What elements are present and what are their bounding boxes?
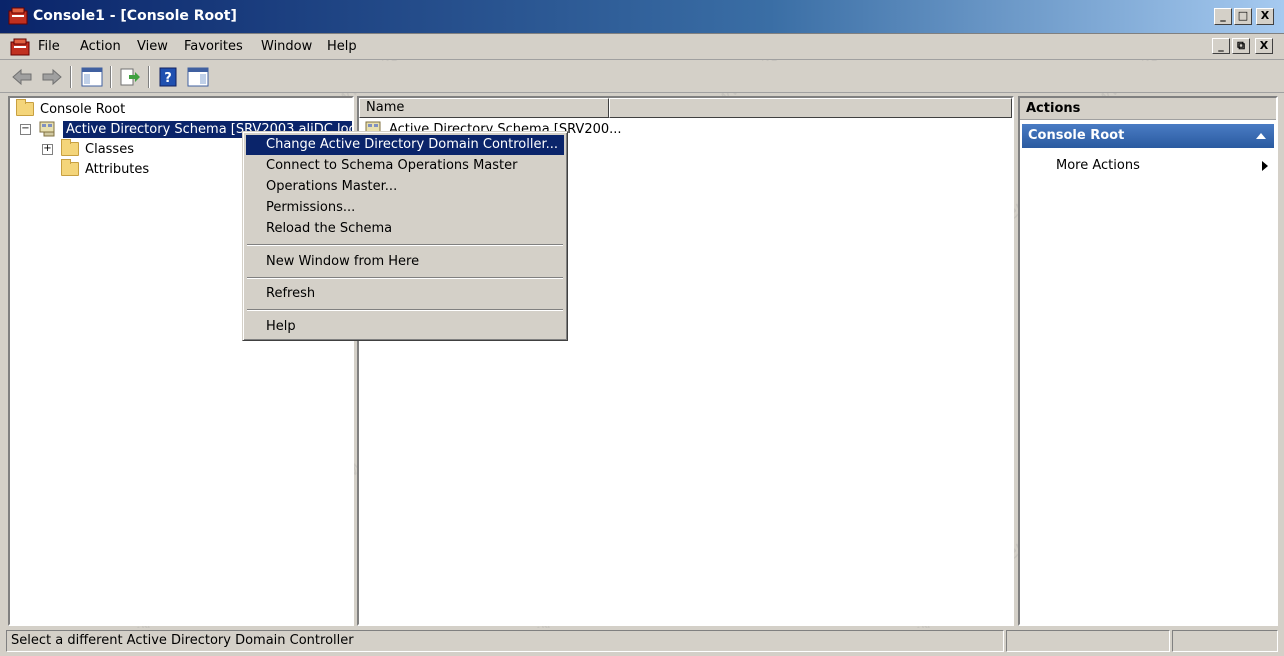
back-button[interactable] [10,65,34,89]
window-title: Console1 - [Console Root] [33,8,237,24]
folder-icon [16,99,34,116]
collapse-up-icon[interactable] [1256,133,1266,139]
help-icon: ? [159,67,177,87]
folder-icon [61,139,79,156]
menu-item-permissions[interactable]: Permissions... [246,198,564,218]
show-hide-action-pane-icon [187,67,209,87]
actions-pane-title: Actions [1020,98,1276,120]
tree-item-attributes[interactable]: Attributes [61,159,149,179]
tree-item-label: Classes [85,141,134,157]
context-menu: Change Active Directory Domain Controlle… [242,131,568,341]
export-list-button[interactable] [118,65,142,89]
column-header-name[interactable]: Name [359,98,609,118]
collapse-toggle[interactable]: − [20,123,31,135]
menu-item-change-domain-controller[interactable]: Change Active Directory Domain Controlle… [246,135,564,155]
menu-item-reload-schema[interactable]: Reload the Schema [246,219,564,239]
menu-file[interactable]: File [38,39,60,54]
mdi-minimize-button[interactable]: _ [1212,38,1230,54]
show-hide-action-pane-button[interactable] [186,65,210,89]
menu-action[interactable]: Action [80,39,121,54]
list-header: Name [359,98,1012,118]
show-hide-console-tree-icon [81,67,103,87]
status-bar: Select a different Active Directory Doma… [0,628,1284,656]
schema-icon [39,121,55,137]
toolbar-separator [110,66,112,88]
status-panel [1006,630,1170,652]
maximize-button[interactable]: □ [1234,8,1252,25]
submenu-arrow-icon [1262,161,1268,171]
toolbar-separator [70,66,72,88]
column-header-blank[interactable] [609,98,1012,118]
forward-button[interactable] [40,65,64,89]
menu-bar: File Action View Favorites Window Help _… [0,34,1284,60]
toolbar: ? [0,61,1284,93]
tree-item-classes[interactable]: + Classes [42,139,134,159]
forward-icon [42,68,62,86]
minimize-button[interactable]: _ [1214,8,1232,25]
actions-group-console-root[interactable]: Console Root [1022,124,1274,148]
menu-separator [247,244,563,246]
tree-item-label: Console Root [40,101,126,117]
tree-item-console-root[interactable]: Console Root [16,99,125,119]
mdi-restore-button[interactable]: ⧉ [1232,38,1250,54]
menu-item-help[interactable]: Help [246,317,564,337]
menu-view[interactable]: View [137,39,168,54]
menu-help[interactable]: Help [327,39,357,54]
menu-item-connect-schema-master[interactable]: Connect to Schema Operations Master [246,156,564,176]
status-panel [1172,630,1278,652]
title-bar[interactable]: Console1 - [Console Root] _ □ X [0,0,1284,34]
show-hide-console-tree-button[interactable] [80,65,104,89]
menu-separator [247,309,563,311]
toolbar-separator [148,66,150,88]
console-menu-icon[interactable] [10,38,30,56]
actions-pane: Actions Console Root More Actions [1018,96,1278,626]
status-text: Select a different Active Directory Doma… [6,630,1004,652]
menu-separator [247,277,563,279]
more-actions-item[interactable]: More Actions [1056,158,1140,173]
mmc-app-icon [8,7,28,25]
back-icon [12,68,32,86]
help-button[interactable]: ? [156,65,180,89]
close-button[interactable]: X [1256,8,1274,25]
menu-item-new-window[interactable]: New Window from Here [246,252,564,272]
expand-toggle[interactable]: + [42,143,53,155]
menu-favorites[interactable]: Favorites [184,39,243,54]
tree-item-label: Attributes [85,161,150,177]
export-list-icon [120,68,140,86]
actions-group-label: Console Root [1028,128,1125,143]
menu-window[interactable]: Window [261,39,312,54]
menu-item-operations-master[interactable]: Operations Master... [246,177,564,197]
menu-item-refresh[interactable]: Refresh [246,284,564,304]
svg-text:?: ? [164,71,172,86]
folder-icon [61,159,79,176]
mdi-close-button[interactable]: X [1255,38,1273,54]
